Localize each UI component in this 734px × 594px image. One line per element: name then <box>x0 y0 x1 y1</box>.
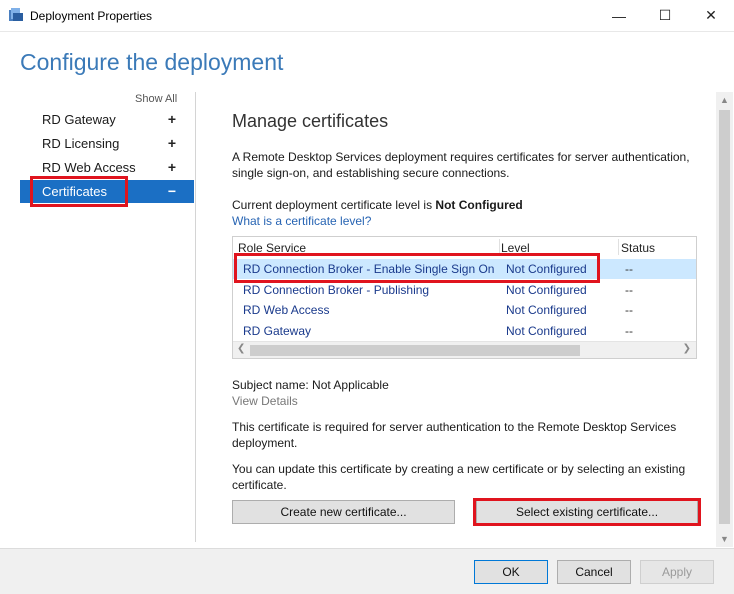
deployment-app-icon <box>9 8 23 21</box>
expand-icon[interactable]: + <box>168 111 176 127</box>
intro-text: A Remote Desktop Services deployment req… <box>232 150 690 180</box>
column-header-status[interactable]: Status <box>621 241 655 255</box>
nav-item-label: RD Web Access <box>42 160 136 175</box>
window-title: Deployment Properties <box>30 9 153 23</box>
minimize-icon: — <box>612 7 626 24</box>
status-cell: -- <box>625 283 633 297</box>
table-header: Role Service Level Status <box>233 237 696 257</box>
role-cell: RD Web Access <box>243 303 330 317</box>
certificates-table[interactable]: Role Service Level Status RD Connection … <box>232 236 697 359</box>
nav-item-label: Certificates <box>42 184 108 199</box>
scroll-down-icon[interactable]: ▼ <box>720 534 729 544</box>
ok-button[interactable]: OK <box>474 560 548 584</box>
update-text: You can update this certificate by creat… <box>232 462 686 492</box>
section-title: Manage certificates <box>232 111 389 131</box>
status-cell: -- <box>625 262 633 276</box>
collapse-icon[interactable]: − <box>168 183 176 199</box>
table-row[interactable]: RD Connection Broker - Enable Single Sig… <box>233 259 696 279</box>
role-cell: RD Connection Broker - Enable Single Sig… <box>243 262 495 276</box>
level-cell: Not Configured <box>506 283 587 297</box>
column-separator <box>499 239 500 255</box>
required-text: This certificate is required for server … <box>232 420 677 450</box>
view-details-link: View Details <box>232 394 298 408</box>
minimize-button[interactable]: — <box>596 0 642 31</box>
table-horizontal-scrollbar[interactable]: ❮ ❯ <box>233 341 696 358</box>
role-cell: RD Gateway <box>243 324 312 338</box>
expand-icon[interactable]: + <box>168 135 176 151</box>
table-row[interactable]: RD Connection Broker - Publishing Not Co… <box>233 280 696 300</box>
nav-divider <box>195 92 196 542</box>
maximize-icon: ☐ <box>658 7 672 23</box>
expand-icon[interactable]: + <box>168 159 176 175</box>
subject-name: Subject name: Not Applicable <box>232 378 389 392</box>
scroll-up-icon[interactable]: ▲ <box>720 95 729 105</box>
scrollbar-thumb[interactable] <box>719 110 730 524</box>
nav-item-rd-licensing[interactable]: RD Licensing + <box>20 132 194 155</box>
close-button[interactable]: ✕ <box>688 0 734 31</box>
column-header-role-service[interactable]: Role Service <box>238 241 306 255</box>
apply-button[interactable]: Apply <box>640 560 714 584</box>
table-row[interactable]: RD Web Access Not Configured -- <box>233 300 696 320</box>
scroll-left-icon[interactable]: ❮ <box>237 343 245 354</box>
show-all-link[interactable]: Show All <box>135 93 177 105</box>
select-existing-certificate-button[interactable]: Select existing certificate... <box>476 500 698 524</box>
status-cell: -- <box>625 324 633 338</box>
current-level-line: Current deployment certificate level is … <box>232 197 702 213</box>
current-level-prefix: Current deployment certificate level is <box>232 198 436 212</box>
page-title: Configure the deployment <box>20 49 284 75</box>
close-icon: ✕ <box>705 7 717 23</box>
column-header-level[interactable]: Level <box>501 241 530 255</box>
title-bar: Deployment Properties — ☐ ✕ <box>0 0 734 32</box>
nav-item-label: RD Licensing <box>42 136 120 151</box>
level-cell: Not Configured <box>506 324 587 338</box>
maximize-button[interactable]: ☐ <box>642 0 688 31</box>
scrollbar-thumb[interactable] <box>250 345 580 356</box>
dialog-footer: OK Cancel Apply <box>0 548 734 594</box>
cancel-button[interactable]: Cancel <box>557 560 631 584</box>
status-cell: -- <box>625 303 633 317</box>
table-row[interactable]: RD Gateway Not Configured -- <box>233 321 696 341</box>
nav-item-label: RD Gateway <box>42 112 116 127</box>
content-vertical-scrollbar[interactable]: ▲ ▼ <box>716 92 733 547</box>
level-cell: Not Configured <box>506 262 587 276</box>
level-cell: Not Configured <box>506 303 587 317</box>
create-new-certificate-button[interactable]: Create new certificate... <box>232 500 455 524</box>
current-level-value: Not Configured <box>435 198 523 212</box>
scroll-right-icon[interactable]: ❯ <box>683 343 691 354</box>
nav-item-certificates[interactable]: Certificates − <box>20 180 194 203</box>
nav-item-rd-gateway[interactable]: RD Gateway + <box>20 108 194 131</box>
nav-item-rd-web-access[interactable]: RD Web Access + <box>20 156 194 179</box>
certificate-level-link[interactable]: What is a certificate level? <box>232 213 702 229</box>
role-cell: RD Connection Broker - Publishing <box>243 283 430 297</box>
column-separator <box>618 239 619 255</box>
